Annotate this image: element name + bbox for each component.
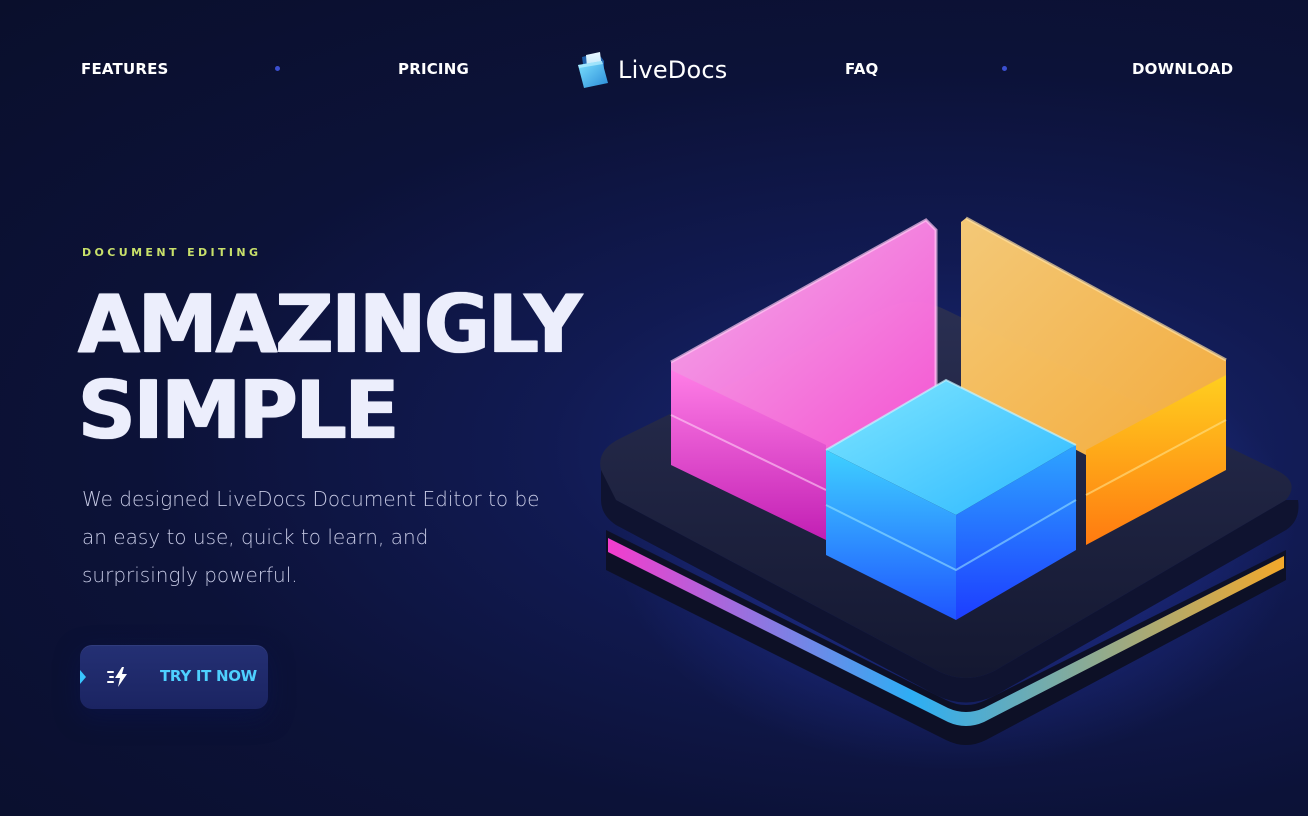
nav-link-pricing[interactable]: PRICING [398, 60, 469, 78]
cta-label: TRY IT NOW [160, 667, 257, 685]
headline-line-1: AMAZINGLY [78, 278, 582, 371]
nav-link-download[interactable]: DOWNLOAD [1132, 60, 1233, 78]
hero-illustration-3d-blocks [600, 216, 1299, 770]
logo-text: LiveDocs [618, 56, 728, 84]
nav-link-faq[interactable]: FAQ [845, 60, 879, 78]
logo[interactable]: LiveDocs [576, 50, 727, 90]
top-navigation: FEATURES PRICING LiveDocs FAQ DOWNLOAD [0, 0, 1308, 140]
headline-line-2: SIMPLE [78, 364, 399, 457]
nav-separator-dot [275, 66, 280, 71]
nav-link-features[interactable]: FEATURES [81, 60, 169, 78]
cta-arrow-indicator [80, 670, 86, 684]
hero-headline: AMAZINGLY SIMPLE [78, 282, 638, 454]
try-it-now-button[interactable]: TRY IT NOW [80, 645, 268, 709]
hero-description: We designed LiveDocs Document Editor to … [82, 487, 540, 587]
nav-separator-dot [1002, 66, 1007, 71]
lightning-bolt-icon [107, 667, 127, 687]
hero-eyebrow: DOCUMENT EDITING [82, 246, 262, 259]
folder-document-icon [578, 52, 608, 88]
